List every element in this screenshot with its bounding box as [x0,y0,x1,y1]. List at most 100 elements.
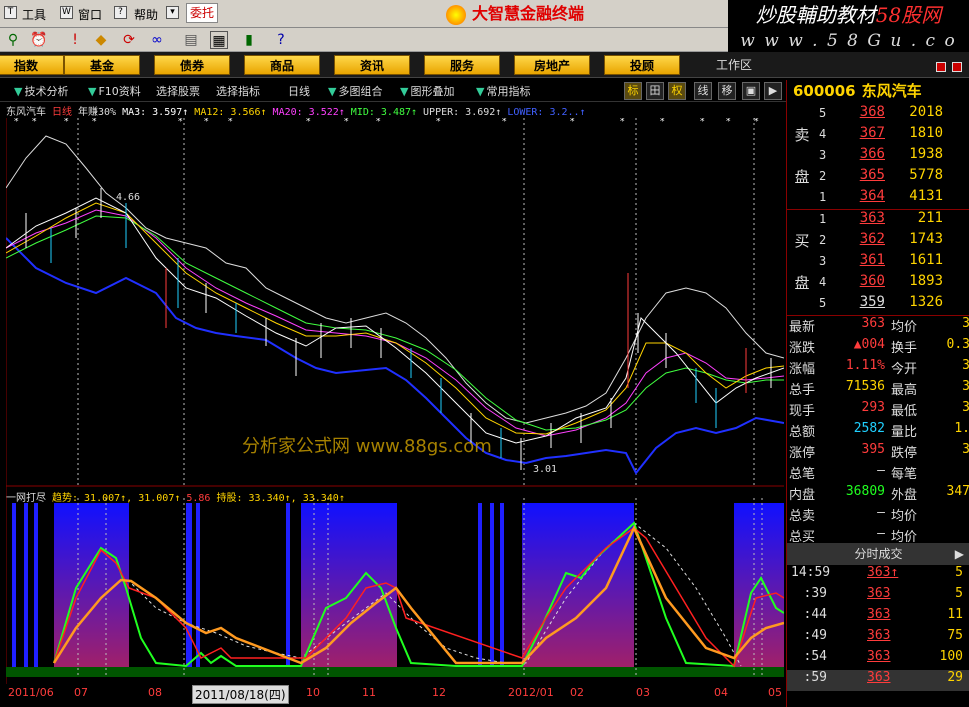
svg-text:*: * [726,118,731,127]
date-tick: 10 [306,686,320,699]
date-tick: 08 [148,686,162,699]
tab-f10[interactable]: ▼ F10资料 [88,83,141,99]
menu-help[interactable]: 帮助 [134,6,158,23]
minimize-icon[interactable] [936,62,946,72]
diamond-icon[interactable]: ◆ [92,31,110,49]
indicator-info: 一网打尽 趋势: 31.007↑, 31.007↑ 5.86 持股: 33.340↑,… [6,489,345,504]
restore-icon[interactable] [952,62,962,72]
cat-index[interactable]: 指数 [0,55,64,75]
tick-row: :39 363 5 [787,586,969,607]
alert-icon[interactable]: ! [66,31,84,49]
svg-text:*: * [92,118,97,127]
tick-volume: 75 [947,628,963,643]
tools-icon[interactable]: T [4,6,17,19]
help-pointer-icon[interactable]: ? [272,31,290,49]
tick-price: 363 [867,586,891,601]
cat-real-estate[interactable]: 房地产 [514,55,590,75]
stat-row: 总额 2582 量比 1. [787,421,969,442]
tick-volume: 5 [955,586,963,601]
kline-chart[interactable]: * * * * * * * * * * * * * * * * * * 4.66… [6,118,784,688]
stat-label: 最低 [891,404,918,419]
next-arrow-button[interactable]: ▶ [764,82,782,100]
cat-advisor[interactable]: 投顾 [604,55,680,75]
copy-icon[interactable]: ▤ [182,31,200,49]
window-icon[interactable]: W [60,6,73,19]
info-ma3: MA3: 3.597↑ [122,107,189,118]
link-icon[interactable]: ∞ [148,31,166,49]
stock-code-header[interactable]: 600006 东风汽车 [787,80,969,102]
tick-time: :49 [803,628,827,643]
grid-button[interactable]: 田 [646,82,664,100]
select-stock-button[interactable]: 选择股票 [156,83,200,99]
cat-commodity[interactable]: 商品 [244,55,320,75]
tick-price: 363 [867,670,891,685]
buy-row: 2 362 1743 [819,231,943,247]
indicator-info-line: 东风汽车 日线 年赚30% MA3: 3.597↑ MA12: 3.566↑ MA20: … [6,103,592,118]
date-tick: 07 [74,686,88,699]
menu-tools[interactable]: 工具 [22,6,46,23]
stat-value: 1. [954,421,969,436]
overlay-button[interactable]: ▼ 图形叠加 [400,83,454,99]
brand-text: 大智慧金融终端 [472,4,585,23]
brand-logo-icon [446,4,466,25]
entrust-button[interactable]: 委托 [186,3,218,23]
stat-value: 3 [962,358,969,373]
workspace-label[interactable]: 工作区 [716,56,752,73]
mark-button[interactable]: 标 [624,82,642,100]
binoculars-icon[interactable]: ⚲ [4,31,22,49]
date-tick: 11 [362,686,376,699]
stat-label: 今开 [891,362,918,377]
stat-label: 外盘 [891,488,918,503]
cat-fund[interactable]: 基金 [64,55,140,75]
stat-value: 363 [861,316,885,331]
info-stock-name: 东风汽车 [6,107,46,118]
tick-volume: 5 [955,565,963,580]
stat-value: 2582 [853,421,885,436]
svg-text:*: * [570,118,575,127]
stat-label: 内盘 [789,488,816,503]
stat-label: 换手 [891,341,918,356]
layout-icon[interactable]: ▦ [210,31,228,49]
rights-button[interactable]: 权 [668,82,686,100]
quote-panel: 600006 东风汽车 卖 盘 5 368 2018 4 367 1810 3 366 193… [786,80,969,707]
site-watermark: 炒股輔助教材58股网 w w w . 5 8 G u . c o m [728,0,969,73]
help-menu-arrow-icon[interactable]: ▾ [166,6,179,19]
menu-window[interactable]: 窗口 [78,6,102,23]
window-button-1[interactable]: ▣ [742,82,760,100]
tick-volume: 11 [947,607,963,622]
date-tick: 05 [768,686,782,699]
date-tick: 2012/01 [508,686,554,699]
cat-service[interactable]: 服务 [424,55,500,75]
cursor-date: 2011/08/18(四) [192,685,289,704]
alarm-icon[interactable]: ⏰ [30,31,48,49]
ticks-expand-icon[interactable]: ▶ [955,543,964,565]
cat-news[interactable]: 资讯 [334,55,410,75]
stat-label: 跌停 [891,446,918,461]
tab-technical-analysis[interactable]: ▼ 技术分析 [14,83,68,99]
period-daily-button[interactable]: 日线 [288,83,310,99]
select-indicator-button[interactable]: 选择指标 [216,83,260,99]
tick-row: :49 363 75 [787,628,969,649]
refresh-icon[interactable]: ⟳ [120,31,138,49]
help-icon[interactable]: ? [114,6,127,19]
svg-text:*: * [178,118,183,127]
indicator-name: 一网打尽 [6,493,46,504]
ticks-header[interactable]: 分时成交 ▶ [787,543,969,565]
line-button[interactable]: 线 [694,82,712,100]
sell-row: 3 366 1938 [819,146,943,162]
svg-text:*: * [620,118,625,127]
tick-time: :54 [803,649,827,664]
stat-label: 总卖 [789,509,816,524]
brand-title: 大智慧金融终端 [446,2,584,26]
signal-zone-2 [301,503,397,667]
high-price-label: 4.66 [116,192,140,203]
common-indicator-button[interactable]: ▼ 常用指标 [476,83,530,99]
move-button[interactable]: 移 [718,82,736,100]
tick-volume: 100 [939,649,963,664]
stat-value: — [877,463,885,478]
date-tick: 2011/06 [8,686,54,699]
multi-chart-button[interactable]: ▼ 多图组合 [328,83,382,99]
stat-value: 0.3 [946,337,969,352]
chart-bars-icon[interactable]: ▮ [240,31,258,49]
cat-bond[interactable]: 债券 [154,55,230,75]
